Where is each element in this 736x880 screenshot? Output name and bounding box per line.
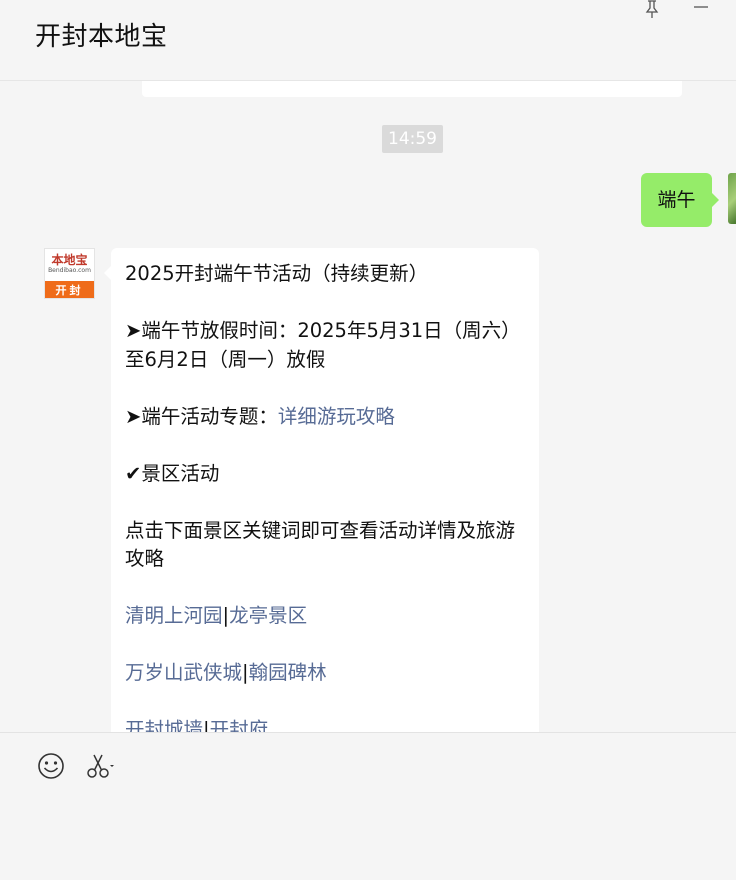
topic-line: ➤端午活动专题：详细游玩攻略 [125, 403, 527, 432]
pin-icon[interactable] [638, 0, 666, 20]
previous-message-card[interactable] [142, 81, 682, 97]
avatar-logo-text: 本地宝 [51, 253, 88, 267]
link-row: 清明上河园|龙亭景区 [125, 602, 527, 631]
section-heading: ✔景区活动 [125, 461, 220, 485]
link-row: 万岁山武侠城|翰园碑林 [125, 659, 527, 688]
city-wall-link[interactable]: 开封城墙 [125, 718, 203, 732]
avatar-city-label: 开封 [45, 281, 94, 298]
qingming-park-link[interactable]: 清明上河园 [125, 604, 223, 627]
input-toolbar[interactable] [0, 732, 736, 880]
link-separator: | [242, 661, 249, 684]
title-bar: 开封本地宝 [0, 0, 736, 81]
longting-scenic-link[interactable]: 龙亭景区 [229, 604, 307, 627]
instruction-text: 点击下面景区关键词即可查看活动详情及旅游攻略 [125, 518, 516, 571]
emoji-icon[interactable] [36, 751, 68, 783]
article-title: 2025开封端午节活动（持续更新） [125, 262, 429, 285]
chat-title: 开封本地宝 [35, 22, 168, 52]
holiday-schedule-text: ➤端午节放假时间：2025年5月31日（周六）至6月2日（周一）放假 [125, 319, 521, 371]
link-separator: | [203, 718, 210, 732]
topic-guide-link[interactable]: 详细游玩攻略 [278, 405, 395, 428]
kaifeng-fu-link[interactable]: 开封府 [210, 718, 269, 732]
chat-area[interactable]: 14:59 端午 本地宝 Bendibao.com 开封 2025开封端午节活动… [0, 81, 736, 732]
my-avatar[interactable] [728, 173, 736, 224]
article-content: 2025开封端午节活动（持续更新） ➤端午节放假时间：2025年5月31日（周六… [125, 260, 527, 732]
link-row: 开封城墙|开封府 [125, 716, 527, 732]
my-message-bubble[interactable]: 端午 [641, 173, 719, 227]
avatar-logo-area: 本地宝 Bendibao.com [45, 249, 94, 281]
message-timestamp: 14:59 [382, 125, 443, 153]
article-message-bubble[interactable]: 2025开封端午节活动（持续更新） ➤端午节放假时间：2025年5月31日（周六… [104, 248, 539, 732]
avatar-logo-url: Bendibao.com [48, 267, 91, 274]
sender-avatar[interactable]: 本地宝 Bendibao.com 开封 [44, 248, 95, 299]
minimize-icon[interactable] [688, 0, 716, 20]
topic-prefix: ➤端午活动专题： [125, 404, 278, 428]
wansuishan-link[interactable]: 万岁山武侠城 [125, 661, 242, 684]
scissors-icon[interactable] [85, 751, 117, 783]
hanyuan-stele-link[interactable]: 翰园碑林 [249, 661, 327, 684]
